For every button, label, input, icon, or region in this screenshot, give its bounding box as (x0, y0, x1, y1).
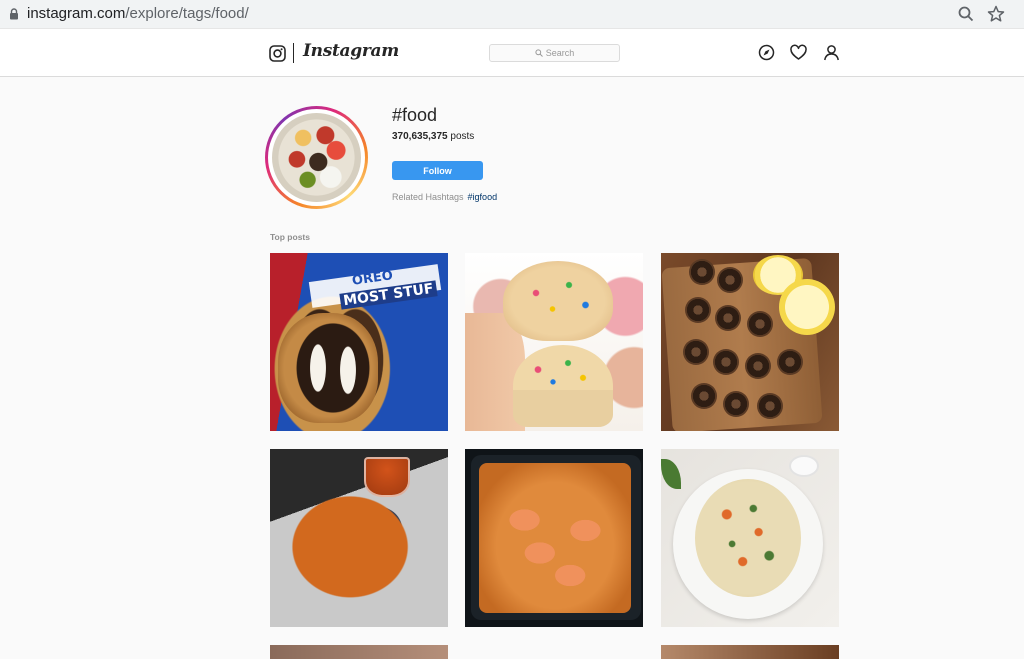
post-tile[interactable]: OREO MOST STUF (270, 253, 448, 431)
food-piece-image (717, 267, 743, 293)
related-hashtags: Related Hashtags #igfood (392, 192, 497, 202)
follow-button[interactable]: Follow (392, 161, 483, 180)
zoom-icon[interactable] (957, 5, 975, 23)
star-icon[interactable] (987, 5, 1005, 23)
muffin-image (503, 261, 613, 341)
post-tile[interactable] (465, 449, 643, 627)
hashtag-avatar (265, 106, 368, 209)
bowl-handle-image (789, 455, 819, 477)
food-piece-image (723, 391, 749, 417)
post-tile[interactable] (661, 645, 839, 659)
food-piece-image (745, 353, 771, 379)
post-tile[interactable] (465, 253, 643, 431)
search-input[interactable]: Search (489, 44, 620, 62)
leaf-image (661, 459, 681, 489)
related-label: Related Hashtags (392, 192, 464, 202)
post-count-value: 370,635,375 (392, 131, 448, 142)
post-tile[interactable] (270, 645, 448, 659)
heart-icon[interactable] (790, 44, 807, 61)
address-bar[interactable]: instagram.com/explore/tags/food/ (0, 0, 1024, 28)
related-hashtag-link[interactable]: #igfood (468, 192, 498, 202)
explore-icon[interactable] (758, 44, 775, 61)
food-piece-image (715, 305, 741, 331)
lemon-slice-image (779, 279, 835, 335)
ig-header: Instagram Search (0, 29, 1024, 77)
post-tile[interactable] (661, 253, 839, 431)
post-tile[interactable] (270, 449, 448, 627)
food-piece-image (747, 311, 773, 337)
food-piece-image (713, 349, 739, 375)
food-piece-image (757, 393, 783, 419)
muffin-image (513, 345, 613, 427)
food-piece-image (689, 259, 715, 285)
lock-icon (10, 8, 18, 20)
url-host: instagram.com (27, 5, 126, 22)
post-tile[interactable] (661, 449, 839, 627)
post-count: 370,635,375 posts (392, 131, 474, 142)
browser-toolbar: instagram.com/explore/tags/food/ (0, 0, 1024, 29)
food-piece-image (685, 297, 711, 323)
seafood-image (479, 463, 631, 613)
avatar-image (272, 113, 361, 202)
avatar-border (268, 109, 365, 206)
post-count-label: posts (450, 131, 475, 142)
soup-image (695, 479, 801, 597)
url-path: /explore/tags/food/ (125, 5, 249, 22)
food-piece-image (777, 349, 803, 375)
logo-divider (293, 43, 294, 63)
stuffed-cookie-image (278, 313, 378, 423)
food-piece-image (691, 383, 717, 409)
sauce-cup-image (364, 457, 410, 497)
top-posts-label: Top posts (270, 232, 310, 242)
hashtag-title: #food (392, 105, 438, 125)
search-icon (535, 49, 543, 57)
instagram-glyph-icon[interactable] (269, 45, 286, 62)
profile-icon[interactable] (823, 44, 840, 61)
soup-bowl-image (673, 469, 823, 619)
instagram-logo[interactable]: Instagram (303, 41, 399, 61)
url-text: instagram.com/explore/tags/food/ (27, 5, 249, 22)
food-piece-image (683, 339, 709, 365)
search-placeholder: Search (545, 48, 575, 58)
